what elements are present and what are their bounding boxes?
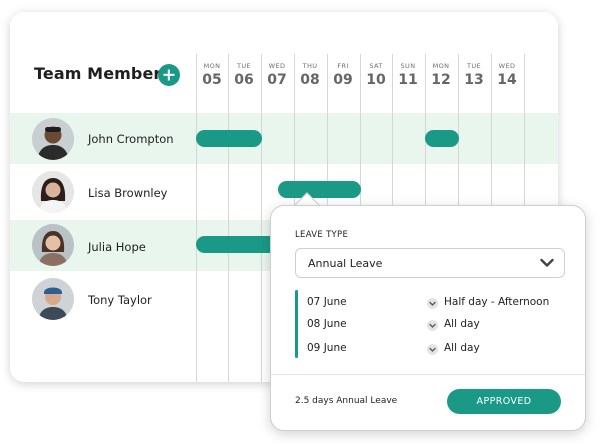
leave-details-popup: LEAVE TYPE Annual Leave 07 June Half day… — [270, 205, 586, 431]
day-of-week: SAT — [369, 62, 383, 70]
chevron-down-icon — [540, 258, 554, 267]
grid-line — [228, 54, 229, 382]
day-of-week: TUE — [236, 62, 252, 70]
day-of-week: MON — [203, 62, 221, 70]
leave-type-label: LEAVE TYPE — [295, 230, 349, 240]
member-name: Lisa Brownley — [88, 186, 168, 200]
chevron-down-icon[interactable] — [427, 320, 438, 331]
member-name: Julia Hope — [88, 240, 146, 254]
day-of-week: THU — [302, 62, 318, 70]
day-header: FRI 09 — [327, 62, 359, 88]
day-header: MON 12 — [425, 62, 457, 88]
day-number: 06 — [234, 72, 254, 88]
leave-date: 09 June — [307, 342, 347, 354]
chevron-down-icon[interactable] — [427, 298, 438, 309]
day-number: 09 — [333, 72, 353, 88]
day-number: 14 — [497, 72, 517, 88]
divider — [271, 374, 585, 375]
day-number: 07 — [267, 72, 287, 88]
day-header: WED 07 — [261, 62, 293, 88]
leave-type-value: Annual Leave — [308, 257, 383, 270]
leave-bar[interactable] — [196, 130, 262, 147]
day-header: WED 14 — [491, 62, 523, 88]
day-of-week: TUE — [466, 62, 482, 70]
day-header: SUN 11 — [392, 62, 424, 88]
leave-duration[interactable]: Half day - Afternoon — [444, 296, 549, 308]
day-of-week: SUN — [400, 62, 416, 70]
day-header: SAT 10 — [360, 62, 392, 88]
day-header: THU 08 — [294, 62, 326, 88]
day-number: 11 — [398, 72, 418, 88]
add-member-button[interactable] — [158, 64, 180, 86]
day-header: MON 05 — [196, 62, 228, 88]
avatar[interactable] — [32, 118, 74, 160]
day-header: TUE 13 — [458, 62, 490, 88]
leave-date: 08 June — [307, 318, 347, 330]
day-number: 10 — [366, 72, 386, 88]
day-header: TUE 06 — [228, 62, 260, 88]
member-name: John Crompton — [88, 132, 174, 146]
leave-bar[interactable] — [425, 130, 459, 147]
leave-summary: 2.5 days Annual Leave — [295, 396, 398, 406]
avatar[interactable] — [32, 278, 74, 320]
leave-duration[interactable]: All day — [444, 342, 480, 354]
entries-accent-bar — [295, 290, 298, 358]
avatar[interactable] — [32, 224, 74, 266]
day-of-week: MON — [432, 62, 450, 70]
leave-duration[interactable]: All day — [444, 318, 480, 330]
leave-date: 07 June — [307, 296, 347, 308]
approved-button[interactable]: APPROVED — [447, 389, 561, 414]
day-of-week: WED — [268, 62, 286, 70]
grid-line — [196, 54, 197, 382]
grid-line — [261, 54, 262, 382]
day-number: 13 — [464, 72, 484, 88]
day-number: 05 — [202, 72, 222, 88]
day-of-week: FRI — [337, 62, 349, 70]
avatar[interactable] — [32, 171, 74, 213]
chevron-down-icon[interactable] — [427, 344, 438, 355]
leave-bar[interactable] — [278, 181, 361, 198]
day-of-week: WED — [498, 62, 516, 70]
leave-type-select[interactable]: Annual Leave — [295, 248, 565, 278]
day-number: 12 — [431, 72, 451, 88]
member-name: Tony Taylor — [88, 293, 152, 307]
page-title: Team Members — [34, 64, 172, 83]
day-number: 08 — [300, 72, 320, 88]
